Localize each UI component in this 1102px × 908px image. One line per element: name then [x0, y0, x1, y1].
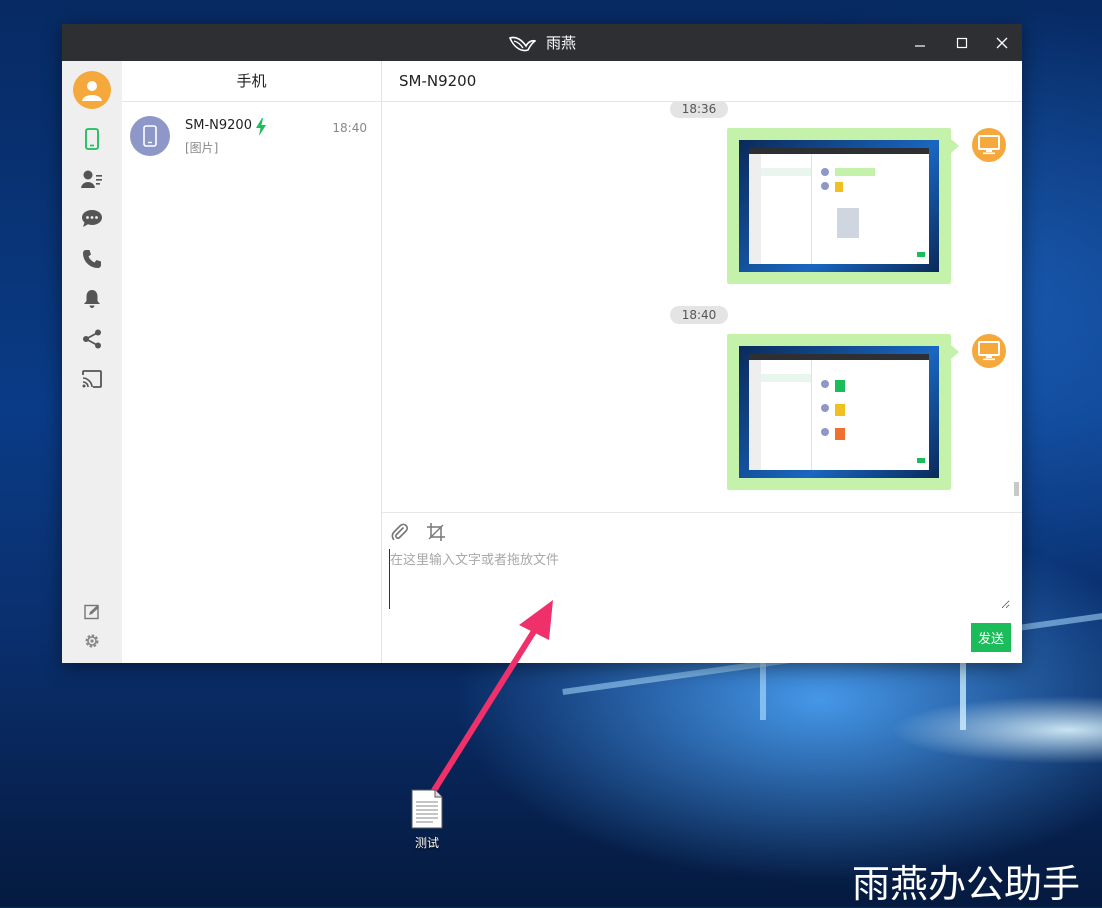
- sidebar: [62, 61, 122, 663]
- send-button[interactable]: 发送: [971, 623, 1011, 652]
- app-title: 雨燕: [62, 24, 1022, 61]
- message-scrollbar[interactable]: [1014, 482, 1019, 496]
- window-title: 雨燕: [545, 34, 576, 52]
- chat-panel: SM-N9200 18:36 18:40 在这里输入文字或者拖放文件 发送: [382, 61, 1022, 663]
- compose-area: 发送: [382, 512, 1022, 664]
- sidebar-item-notifications[interactable]: [80, 287, 104, 311]
- sidebar-item-contacts[interactable]: [80, 167, 104, 191]
- maximize-button[interactable]: [942, 24, 982, 61]
- watermark-text: 雨燕办公助手: [852, 862, 1081, 906]
- computer-avatar: [972, 334, 1006, 368]
- settings-button[interactable]: [80, 629, 104, 653]
- edit-button[interactable]: [80, 600, 104, 624]
- sidebar-item-calls[interactable]: [80, 247, 104, 271]
- maximize-icon: [956, 37, 968, 48]
- call-icon: [83, 250, 101, 268]
- sidebar-item-messages[interactable]: [80, 207, 104, 231]
- sidebar-item-cast[interactable]: [80, 367, 104, 391]
- image-message-bubble[interactable]: [727, 128, 959, 284]
- desktop-file-icon[interactable]: 测试: [404, 787, 450, 855]
- sidebar-item-phone[interactable]: [80, 127, 104, 151]
- desktop-file-label: 测试: [414, 836, 439, 850]
- share-icon: [83, 329, 101, 349]
- computer-avatar: [972, 128, 1006, 162]
- device-list-item[interactable]: SM-N9200 [图片] 18:40: [122, 102, 381, 172]
- contacts-icon: [81, 170, 102, 188]
- last-message-preview: [图片]: [185, 141, 219, 155]
- notification-bell-icon: [84, 290, 100, 308]
- phone-icon: [143, 125, 157, 147]
- screenshot-crop-button[interactable]: [425, 521, 447, 543]
- image-message-bubble[interactable]: [727, 334, 959, 490]
- phone-icon: [85, 128, 99, 150]
- settings-gear-icon: [85, 634, 99, 648]
- message-timestamp: 18:36: [670, 102, 728, 118]
- user-icon: [82, 81, 102, 101]
- attach-file-button[interactable]: [389, 521, 411, 543]
- crop-icon: [427, 523, 445, 541]
- title-bar[interactable]: 雨燕: [62, 24, 1022, 61]
- charging-bolt-icon: [256, 118, 266, 136]
- wallpaper-glow: [860, 690, 1102, 770]
- swallow-logo-icon: [508, 36, 536, 51]
- cast-icon: [82, 370, 102, 388]
- device-name: SM-N9200: [185, 118, 252, 133]
- message-icon: [82, 210, 102, 227]
- screenshot-thumbnail[interactable]: [739, 140, 939, 272]
- monitor-icon: [978, 135, 1000, 155]
- minimize-icon: [915, 44, 925, 47]
- close-icon: [996, 37, 1008, 48]
- message-input[interactable]: [389, 549, 1010, 609]
- wallpaper-light-beam: [760, 660, 766, 720]
- message-timestamp: 18:40: [670, 306, 728, 324]
- sidebar-item-share[interactable]: [80, 327, 104, 351]
- user-avatar[interactable]: [73, 71, 111, 109]
- close-button[interactable]: [982, 24, 1022, 61]
- chat-title: SM-N9200: [382, 61, 1022, 102]
- edit-icon: [84, 604, 99, 620]
- screenshot-thumbnail[interactable]: [739, 346, 939, 478]
- device-list-header: 手机: [122, 61, 381, 102]
- last-message-time: 18:40: [332, 121, 367, 135]
- monitor-icon: [978, 341, 1000, 361]
- minimize-button[interactable]: [900, 24, 940, 61]
- paperclip-icon: [391, 523, 408, 541]
- device-avatar: [130, 116, 170, 156]
- text-document-icon: [411, 789, 443, 829]
- device-list-panel: 手机 SM-N9200 [图片] 18:40: [122, 61, 382, 663]
- app-window: 雨燕 手机 SM-N9200 [图片] 18:40 SM-N9200 18:36…: [62, 24, 1022, 663]
- message-list[interactable]: 18:36 18:40: [382, 102, 1022, 512]
